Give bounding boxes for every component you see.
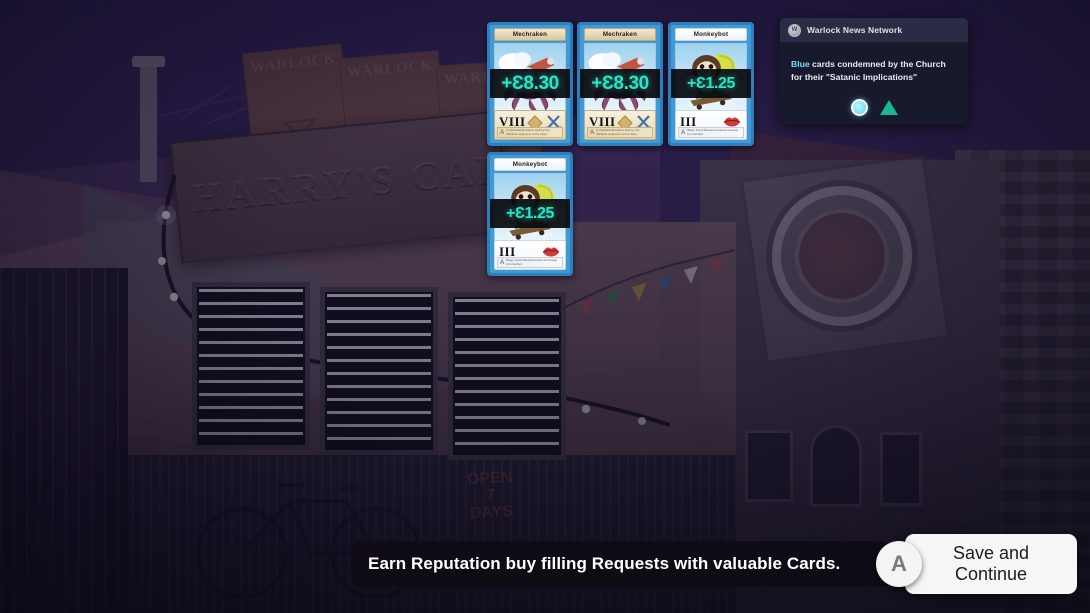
news-indicators: [780, 99, 968, 116]
chimney: [140, 62, 157, 182]
card-monkeybot-1[interactable]: Monkeybot III A Beep, boop! Banana fuele…: [668, 22, 754, 146]
card-flavor: A A mechanical kraken built by the Warlo…: [587, 127, 653, 138]
news-channel-name: Warlock News Network: [807, 25, 903, 35]
card-price-badge: +Ɛ8.30: [490, 69, 570, 98]
hint-bar: Earn Reputation buy filling Requests wit…: [352, 541, 887, 587]
flavor-badge: A: [681, 129, 686, 136]
card-price: +Ɛ1.25: [686, 74, 736, 92]
emblem-inner: [788, 202, 896, 310]
flavor-text: Beep, boop! Banana fueled and ready for …: [687, 128, 738, 136]
flavor-badge: A: [590, 129, 595, 136]
flavor-badge: A: [500, 129, 505, 136]
save-label-line2: Continue: [954, 564, 1028, 584]
card-flavor: A Beep, boop! Banana fueled and ready fo…: [497, 257, 563, 268]
news-headline-rest: cards condemned by the Church for their …: [791, 59, 946, 82]
small-window-3: [880, 432, 922, 506]
card-title: Monkeybot: [494, 158, 566, 171]
small-window-2: [810, 425, 862, 507]
card-price-badge: +Ɛ8.30: [580, 69, 660, 98]
shop-window-3: [448, 292, 566, 460]
flavor-badge: A: [500, 259, 505, 266]
card-flavor: A A mechanical kraken built by the Warlo…: [497, 127, 563, 138]
save-button-label: Save and Continue: [953, 543, 1029, 585]
save-and-continue-button[interactable]: Save and Continue: [905, 534, 1077, 594]
news-headline: Blue cards condemned by the Church for t…: [780, 42, 968, 83]
open-sign-text: OPEN 7 DAYS: [466, 468, 514, 523]
game-screen: WARLOCK WARLOCK WARLOCK: [0, 0, 1090, 613]
news-headline-highlight: Blue: [791, 59, 810, 69]
card-footer: VIII A A mechanical kraken built by the …: [584, 110, 656, 140]
news-header: W Warlock News Network: [780, 18, 968, 42]
poster-word-2: WARLOCK: [346, 57, 434, 81]
card-mechraken-2[interactable]: Mechraken VIII A A mechanical kraken bui…: [577, 22, 663, 146]
a-button-prompt-icon[interactable]: A: [876, 541, 922, 587]
triangle-up-icon: [879, 100, 898, 115]
card-title: Mechraken: [584, 28, 656, 41]
card-title: Mechraken: [494, 28, 566, 41]
card-price: +Ɛ8.30: [591, 72, 649, 94]
window-blinds-3: [455, 299, 559, 453]
card-price: +Ɛ8.30: [501, 72, 559, 94]
poster-word-1: WARLOCK: [249, 50, 337, 76]
flavor-text: Beep, boop! Banana fueled and ready for …: [506, 258, 557, 266]
card-price: +Ɛ1.25: [505, 204, 555, 222]
card-price-badge: +Ɛ1.25: [490, 199, 570, 228]
shop-window-1: [192, 282, 310, 450]
save-label-line1: Save and: [952, 543, 1030, 563]
window-blinds-1: [199, 289, 303, 443]
card-flavor: A Beep, boop! Banana fueled and ready fo…: [678, 127, 744, 138]
card-mechraken-1[interactable]: Mechraken VIII A A mechanical kraken bui…: [487, 22, 573, 146]
card-title: Monkeybot: [675, 28, 747, 41]
card-footer: VIII A A mechanical kraken built by the …: [494, 110, 566, 140]
window-blinds-2: [327, 294, 431, 448]
flavor-text: A mechanical kraken built by the Warlock…: [596, 128, 640, 136]
small-window-1: [745, 430, 793, 502]
news-panel: W Warlock News Network Blue cards condem…: [780, 18, 968, 124]
shop-sign-text: HARRY'S CARD: [189, 141, 545, 221]
card-footer: III A Beep, boop! Banana fueled and read…: [675, 110, 747, 140]
flavor-text: A mechanical kraken built by the Warlock…: [506, 128, 550, 136]
card-monkeybot-2[interactable]: Monkeybot III A Beep, boop! Banana fuele…: [487, 152, 573, 276]
card-footer: III A Beep, boop! Banana fueled and read…: [494, 240, 566, 270]
card-price-badge: +Ɛ1.25: [671, 69, 751, 98]
bunting-flags-icon: [560, 249, 736, 316]
news-logo-icon: W: [788, 23, 801, 37]
left-wall: [0, 268, 128, 613]
hint-text: Earn Reputation buy filling Requests wit…: [368, 554, 841, 573]
shop-window-2: [320, 287, 438, 455]
circle-indicator-icon: [850, 99, 868, 116]
chimney-cap: [132, 56, 165, 67]
